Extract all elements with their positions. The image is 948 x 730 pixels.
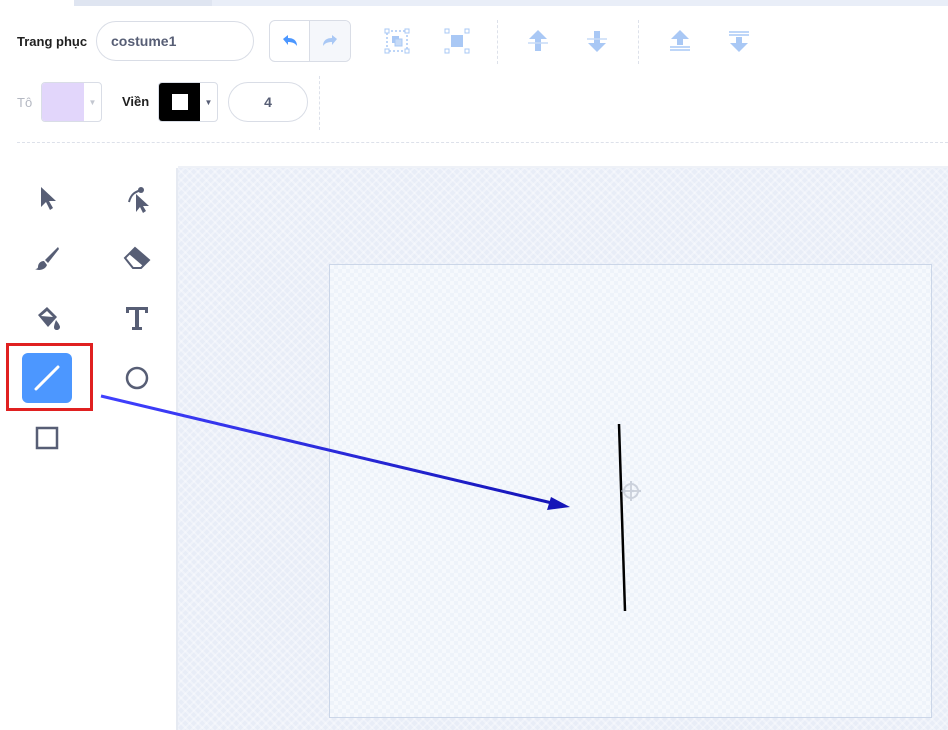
text-tool[interactable] — [112, 293, 162, 343]
fill-tool[interactable] — [22, 293, 72, 343]
forward-icon — [528, 30, 548, 51]
annotation-highlight-box — [6, 343, 93, 411]
toolbar-divider-2 — [638, 20, 639, 64]
rectangle-tool[interactable] — [22, 413, 72, 463]
outline-label: Viền — [122, 94, 150, 109]
backward-icon — [587, 31, 607, 52]
backward-button[interactable] — [582, 26, 612, 56]
costume-drawing-area[interactable] — [329, 264, 932, 718]
rectangle-icon — [35, 426, 59, 450]
reshape-icon — [128, 187, 149, 213]
group-button[interactable] — [382, 26, 412, 56]
toolbar-bottom-divider — [17, 142, 948, 143]
redo-button[interactable] — [310, 21, 350, 61]
toolbar-divider — [497, 20, 498, 64]
forward-button[interactable] — [523, 26, 553, 56]
fill-label: Tô — [17, 95, 33, 110]
fill-dropdown-icon[interactable]: ▼ — [84, 83, 101, 121]
eraser-tool[interactable] — [112, 233, 162, 283]
front-icon — [670, 30, 690, 51]
fill-color-swatch[interactable] — [42, 83, 84, 121]
active-tab-edge — [0, 0, 74, 6]
undo-icon — [282, 35, 297, 46]
group-icon — [384, 28, 410, 54]
back-icon — [729, 31, 749, 52]
row2-divider — [319, 76, 320, 130]
ungroup-icon — [444, 28, 470, 54]
costume-name-input[interactable]: costume1 — [96, 21, 254, 61]
costume-label: Trang phục — [17, 34, 88, 49]
brush-icon — [35, 247, 59, 270]
outline-size-input[interactable]: 4 — [228, 82, 308, 122]
circle-tool[interactable] — [112, 353, 162, 403]
arrow-cursor-icon — [41, 187, 56, 210]
back-button[interactable] — [724, 26, 754, 56]
fill-color-picker[interactable]: ▼ — [41, 82, 102, 122]
undo-redo-group — [269, 20, 351, 62]
reshape-tool[interactable] — [112, 173, 162, 223]
outline-dropdown-icon[interactable]: ▼ — [200, 83, 217, 121]
circle-icon — [125, 366, 149, 390]
outline-color-swatch[interactable] — [159, 83, 200, 121]
ungroup-button[interactable] — [442, 26, 472, 56]
inactive-tab-edge — [74, 0, 212, 6]
undo-button[interactable] — [270, 21, 311, 61]
paint-bucket-icon — [38, 307, 60, 330]
eraser-icon — [123, 246, 151, 269]
outline-color-picker[interactable]: ▼ — [158, 82, 218, 122]
text-icon — [126, 307, 148, 330]
brush-tool[interactable] — [22, 233, 72, 283]
front-button[interactable] — [665, 26, 695, 56]
select-tool[interactable] — [22, 173, 72, 223]
tab-strip — [0, 0, 948, 6]
redo-icon — [323, 35, 337, 46]
